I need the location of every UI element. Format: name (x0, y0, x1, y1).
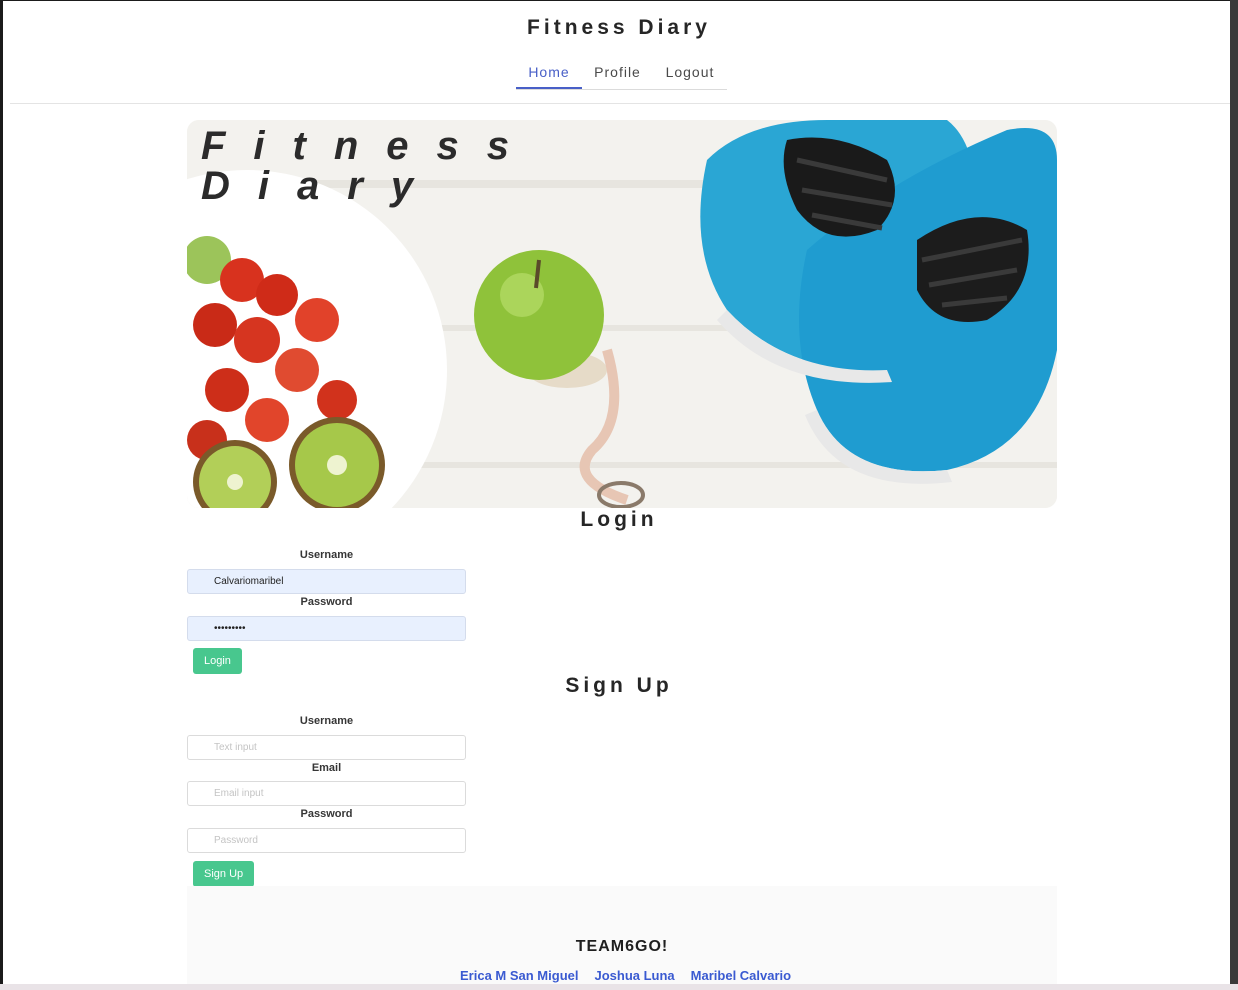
signup-password-label: Password (300, 808, 353, 820)
window-frame-left (0, 0, 3, 990)
hero-title: Fitness Diary (201, 126, 537, 206)
hero-title-line2: Diary (201, 164, 442, 208)
signup-heading: Sign Up (565, 674, 673, 697)
header-divider (10, 103, 1230, 104)
login-password-label: Password (300, 596, 353, 608)
member-link-maribel[interactable]: Maribel Calvario (691, 968, 791, 983)
signup-email-input[interactable] (187, 781, 466, 806)
member-link-erica[interactable]: Erica M San Miguel (460, 968, 578, 983)
login-username-input[interactable] (187, 569, 466, 594)
login-button[interactable]: Login (193, 648, 242, 674)
login-username-label: Username (299, 549, 354, 561)
signup-username-input[interactable] (187, 735, 466, 760)
hero-title-line1: Fitness (201, 124, 538, 168)
team-name: TEAM6GO! (575, 938, 669, 955)
login-heading: Login (580, 508, 658, 531)
signup-button[interactable]: Sign Up (193, 861, 255, 887)
window-frame-bottom (0, 984, 1238, 990)
nav-tab-profile[interactable]: Profile (582, 58, 653, 89)
member-link-joshua[interactable]: Joshua Luna (594, 968, 674, 983)
signup-email-label: Email (311, 762, 342, 774)
main-nav: Home Profile Logout (516, 58, 727, 90)
nav-tab-logout[interactable]: Logout (653, 58, 727, 89)
window-frame-right (1230, 0, 1238, 990)
site-title: Fitness Diary (527, 16, 711, 40)
signup-password-input[interactable] (187, 828, 466, 853)
footer: TEAM6GO! Erica M San Miguel Joshua Luna … (187, 886, 1057, 984)
team-members: Erica M San Miguel Joshua Luna Maribel C… (460, 968, 791, 983)
signup-username-label: Username (299, 715, 354, 727)
nav-tab-home[interactable]: Home (516, 58, 582, 89)
hero-banner: Fitness Diary (187, 120, 1057, 508)
window-frame-top (0, 0, 1238, 1)
login-password-input[interactable] (187, 616, 466, 641)
